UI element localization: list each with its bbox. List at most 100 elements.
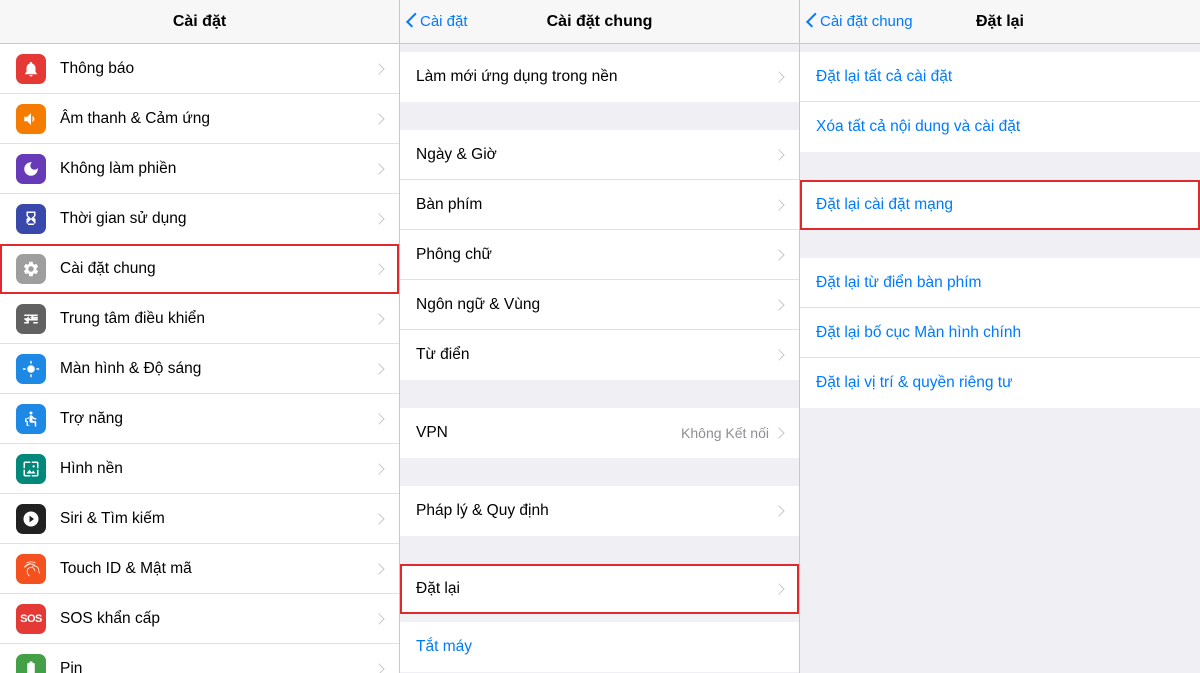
chevron-icon <box>373 613 384 624</box>
mid-item-ban-phim[interactable]: Bàn phím <box>400 180 799 230</box>
sidebar-item-tro-nang[interactable]: Trợ năng <box>0 394 399 444</box>
right-item-xoa-tat-ca[interactable]: Xóa tất cả nội dung và cài đặt <box>800 102 1200 152</box>
chevron-icon <box>373 663 384 673</box>
hinh-nen-icon <box>16 454 46 484</box>
sos-label: SOS khẩn cấp <box>60 610 375 628</box>
dat-lai-vi-tri-label: Đặt lại vị trí & quyền riêng tư <box>816 374 1012 392</box>
chevron-icon <box>373 113 384 124</box>
lam-moi-label: Làm mới ứng dụng trong nền <box>416 68 775 86</box>
sidebar-item-trung-tam[interactable]: Trung tâm điều khiển <box>0 294 399 344</box>
sidebar-item-am-thanh[interactable]: Âm thanh & Cảm ứng <box>0 94 399 144</box>
left-panel-title: Cài đặt <box>173 13 226 31</box>
chevron-icon <box>773 299 784 310</box>
ngon-ngu-label: Ngôn ngữ & Vùng <box>416 296 775 314</box>
mid-item-dat-lai[interactable]: Đặt lại <box>400 564 799 614</box>
chevron-icon <box>773 149 784 160</box>
chevron-icon <box>373 213 384 224</box>
sidebar-item-hinh-nen[interactable]: Hình nền <box>0 444 399 494</box>
chevron-icon <box>773 505 784 516</box>
mid-sep-5 <box>400 614 799 622</box>
right-section-3: Đặt lại từ điển bàn phím Đặt lại bố cục … <box>800 258 1200 408</box>
back-chevron-icon <box>406 13 421 28</box>
mid-panel-title: Cài đặt chung <box>547 13 653 31</box>
chevron-icon <box>373 313 384 324</box>
sidebar-item-man-hinh[interactable]: Màn hình & Độ sáng <box>0 344 399 394</box>
right-section-1: Đặt lại tất cả cài đặt Xóa tất cả nội du… <box>800 52 1200 152</box>
sidebar-item-sos[interactable]: SOS SOS khẩn cấp <box>0 594 399 644</box>
hinh-nen-label: Hình nền <box>60 460 375 478</box>
mid-item-phong-chu[interactable]: Phông chữ <box>400 230 799 280</box>
right-item-dat-lai-mang[interactable]: Đặt lại cài đặt mạng <box>800 180 1200 230</box>
thong-bao-icon <box>16 54 46 84</box>
trung-tam-icon <box>16 304 46 334</box>
mid-back-label: Cài đặt <box>420 13 468 30</box>
mid-item-tu-dien[interactable]: Từ điển <box>400 330 799 380</box>
dat-lai-bo-cuc-label: Đặt lại bố cục Màn hình chính <box>816 324 1021 342</box>
mid-item-ngay-gio[interactable]: Ngày & Giờ <box>400 130 799 180</box>
khong-lam-phien-icon <box>16 154 46 184</box>
mid-section-6: Tắt máy <box>400 622 799 672</box>
mid-sep-2 <box>400 380 799 408</box>
chevron-icon <box>373 463 384 474</box>
tro-nang-icon <box>16 404 46 434</box>
right-back-chevron-icon <box>806 13 821 28</box>
chevron-icon <box>373 563 384 574</box>
left-section-1: Thông báo Âm thanh & Cảm ứng Không làm p… <box>0 44 399 244</box>
mid-sep-3 <box>400 458 799 486</box>
right-back-button[interactable]: Cài đặt chung <box>808 13 913 30</box>
mid-item-tat-may[interactable]: Tắt máy <box>400 622 799 672</box>
sidebar-item-touch-id[interactable]: Touch ID & Mật mã <box>0 544 399 594</box>
chevron-icon <box>773 427 784 438</box>
right-section-2: Đặt lại cài đặt mạng <box>800 180 1200 230</box>
right-item-dat-lai-tat-ca[interactable]: Đặt lại tất cả cài đặt <box>800 52 1200 102</box>
dat-lai-mang-label: Đặt lại cài đặt mạng <box>816 196 953 214</box>
right-item-dat-lai-bo-cuc[interactable]: Đặt lại bố cục Màn hình chính <box>800 308 1200 358</box>
sidebar-item-pin[interactable]: Pin <box>0 644 399 673</box>
dat-lai-tat-ca-label: Đặt lại tất cả cài đặt <box>816 68 952 86</box>
right-sep-1 <box>800 152 1200 180</box>
mid-section-1: Làm mới ứng dụng trong nền <box>400 52 799 102</box>
sidebar-item-cai-dat-chung[interactable]: Cài đặt chung <box>0 244 399 294</box>
siri-icon <box>16 504 46 534</box>
right-item-dat-lai-vi-tri[interactable]: Đặt lại vị trí & quyền riêng tư <box>800 358 1200 408</box>
thong-bao-label: Thông báo <box>60 60 375 78</box>
am-thanh-icon <box>16 104 46 134</box>
thoi-gian-label: Thời gian sử dụng <box>60 210 375 228</box>
chevron-icon <box>773 249 784 260</box>
mid-item-ngon-ngu[interactable]: Ngôn ngữ & Vùng <box>400 280 799 330</box>
vpn-label: VPN <box>416 424 681 442</box>
mid-item-lam-moi[interactable]: Làm mới ứng dụng trong nền <box>400 52 799 102</box>
tro-nang-label: Trợ năng <box>60 410 375 428</box>
cai-dat-chung-icon <box>16 254 46 284</box>
ngay-gio-label: Ngày & Giờ <box>416 146 775 164</box>
mid-section-5: Đặt lại <box>400 564 799 614</box>
chevron-icon <box>773 199 784 210</box>
right-sep-0 <box>800 44 1200 52</box>
right-item-dat-lai-tu-dien[interactable]: Đặt lại từ điển bàn phím <box>800 258 1200 308</box>
ban-phim-label: Bàn phím <box>416 196 775 214</box>
mid-item-phap-ly[interactable]: Pháp lý & Quy định <box>400 486 799 536</box>
chevron-icon <box>773 583 784 594</box>
sidebar-item-siri[interactable]: Siri & Tìm kiếm <box>0 494 399 544</box>
khong-lam-phien-label: Không làm phiền <box>60 160 375 178</box>
thoi-gian-icon <box>16 204 46 234</box>
chevron-icon <box>373 63 384 74</box>
sidebar-item-thoi-gian[interactable]: Thời gian sử dụng <box>0 194 399 244</box>
mid-back-button[interactable]: Cài đặt <box>408 13 468 30</box>
chevron-icon <box>773 349 784 360</box>
sidebar-item-thong-bao[interactable]: Thông báo <box>0 44 399 94</box>
am-thanh-label: Âm thanh & Cảm ứng <box>60 110 375 128</box>
trung-tam-label: Trung tâm điều khiển <box>60 310 375 328</box>
xoa-tat-ca-label: Xóa tất cả nội dung và cài đặt <box>816 118 1020 136</box>
mid-section-3: VPN Không Kết nối <box>400 408 799 458</box>
siri-label: Siri & Tìm kiếm <box>60 510 375 528</box>
sidebar-item-khong-lam-phien[interactable]: Không làm phiền <box>0 144 399 194</box>
pin-icon <box>16 654 46 673</box>
mid-sep-1 <box>400 102 799 130</box>
mid-item-vpn[interactable]: VPN Không Kết nối <box>400 408 799 458</box>
man-hinh-icon <box>16 354 46 384</box>
left-section-3: Trung tâm điều khiển Màn hình & Độ sáng … <box>0 294 399 673</box>
phong-chu-label: Phông chữ <box>416 246 775 264</box>
left-panel: Cài đặt Thông báo Âm thanh & Cảm ứng Khô… <box>0 0 400 673</box>
right-panel-header: Cài đặt chung Đặt lại <box>800 0 1200 44</box>
